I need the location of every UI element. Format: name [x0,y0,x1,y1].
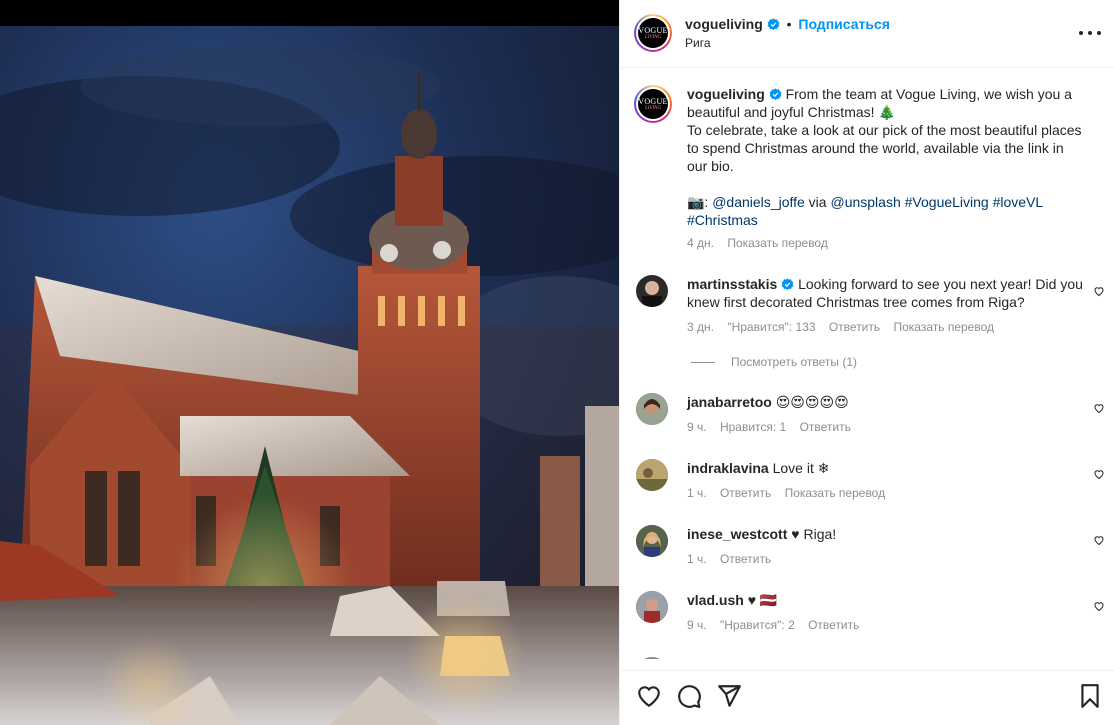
like-comment-heart-icon[interactable] [1093,402,1105,414]
comment-time[interactable]: 3 дн. [687,320,714,334]
translate-link[interactable]: Показать перевод [893,320,994,334]
commenter-avatar[interactable] [636,275,668,307]
like-comment-heart-icon[interactable] [1093,600,1105,612]
replies-divider [691,361,715,363]
comment-username[interactable]: vlad.ush [687,592,744,608]
view-replies-label: Посмотреть ответы (1) [731,355,858,369]
mention-link[interactable]: @daniels_joffe [712,194,805,210]
comment-time[interactable]: 9 ч. [687,420,707,434]
comment-text: janabarretoo 😍😍😍😍😍 [687,393,1087,411]
comment-body: ♥ Riga! [791,526,837,542]
header-title-row: vogueliving • Подписаться [685,16,890,32]
share-icon[interactable] [716,683,742,709]
comment-likes[interactable]: "Нравится": 2 [720,618,795,632]
media-top-bar [0,0,619,26]
comment-username[interactable]: inese_westcott [687,526,787,542]
comment-likes[interactable]: "Нравится": 133 [727,320,815,334]
reply-button[interactable]: Ответить [829,320,880,334]
caption-time[interactable]: 4 дн. [687,236,714,250]
mention-link[interactable]: @unsplash [830,194,900,210]
verified-badge-icon [767,18,780,31]
header-username[interactable]: vogueliving [685,16,763,32]
bookmark-icon[interactable] [1077,683,1103,709]
caption-meta: 4 дн. Показать перевод [687,236,838,250]
post-photo[interactable] [0,26,619,725]
reply-button[interactable]: Ответить [720,552,771,566]
comment-text: inese_westcott ♥ Riga! [687,525,1087,543]
comment-text: martinsstakis Looking forward to see you… [687,275,1087,311]
caption-avatar[interactable]: VOGUE LIVING [634,85,672,123]
action-bar [620,670,1114,725]
credit-via: via [804,194,831,210]
like-comment-heart-icon[interactable] [1093,468,1105,480]
comment-username[interactable]: janabarretoo [687,394,772,410]
follow-button[interactable]: Подписаться [798,16,890,32]
comment-body: Love it ❄ [772,460,830,476]
hashtag-link[interactable]: #Christmas [687,212,758,228]
translate-link[interactable]: Показать перевод [727,236,828,250]
hashtag-link[interactable]: #loveVL [993,194,1044,210]
commenter-avatar[interactable] [636,525,668,557]
comment-meta: 3 дн. "Нравится": 133 Ответить Показать … [687,320,1004,334]
verified-badge-icon [769,88,782,101]
commenter-avatar[interactable] [636,657,668,659]
comment-meta: 9 ч. Нравится: 1 Ответить [687,420,861,434]
verified-badge-icon [781,278,794,291]
photo-credit-prefix: 📷: [687,194,713,210]
translate-link[interactable]: Показать перевод [785,486,886,500]
reply-button[interactable]: Ответить [800,420,851,434]
post-header: VOGUE LIVING vogueliving • Подписаться Р… [620,0,1114,68]
comment-username[interactable]: indraklavina [687,460,769,476]
comments-list[interactable]: VOGUE LIVING vogueliving From the team a… [620,69,1114,659]
heart-icon[interactable] [636,683,662,709]
post-media [0,0,619,725]
comment-meta: 9 ч. "Нравится": 2 Ответить [687,618,869,632]
comment-icon[interactable] [676,683,702,709]
like-comment-heart-icon[interactable] [1093,534,1105,546]
commenter-avatar[interactable] [636,591,668,623]
like-comment-heart-icon[interactable] [1093,285,1105,297]
comment-time[interactable]: 9 ч. [687,618,707,632]
comment-body: ♥ 🇱🇻 [747,592,778,608]
comment-username[interactable]: martinsstakis [687,276,777,292]
more-icon[interactable] [1079,22,1101,44]
comment-text: vlad.ush ♥ 🇱🇻 [687,591,1087,609]
comment-text: indraklavina Love it ❄ [687,459,1087,477]
commenter-avatar[interactable] [636,459,668,491]
account-avatar[interactable]: VOGUE LIVING [634,14,672,52]
comment-time[interactable]: 1 ч. [687,552,707,566]
commenter-avatar[interactable] [636,393,668,425]
view-replies-button[interactable]: Посмотреть ответы (1) [691,355,857,369]
location-link[interactable]: Рига [685,36,711,50]
comment-time[interactable]: 1 ч. [687,486,707,500]
caption-username[interactable]: vogueliving [687,86,765,102]
comment-likes[interactable]: Нравится: 1 [720,420,786,434]
comment-meta: 1 ч. Ответить Показать перевод [687,486,895,500]
vogue-living-logo: VOGUE LIVING [638,89,668,119]
vogue-living-logo: VOGUE LIVING [638,18,668,48]
comment-body: 😍😍😍😍😍 [775,394,849,410]
hashtag-link[interactable]: #VogueLiving [905,194,989,210]
comment-meta: 1 ч. Ответить [687,552,781,566]
caption-line-2: To celebrate, take a look at our pick of… [687,122,1082,174]
caption-text: vogueliving From the team at Vogue Livin… [687,85,1087,229]
reply-button[interactable]: Ответить [808,618,859,632]
reply-button[interactable]: Ответить [720,486,771,500]
post-panel: VOGUE LIVING vogueliving • Подписаться Р… [619,0,1114,725]
